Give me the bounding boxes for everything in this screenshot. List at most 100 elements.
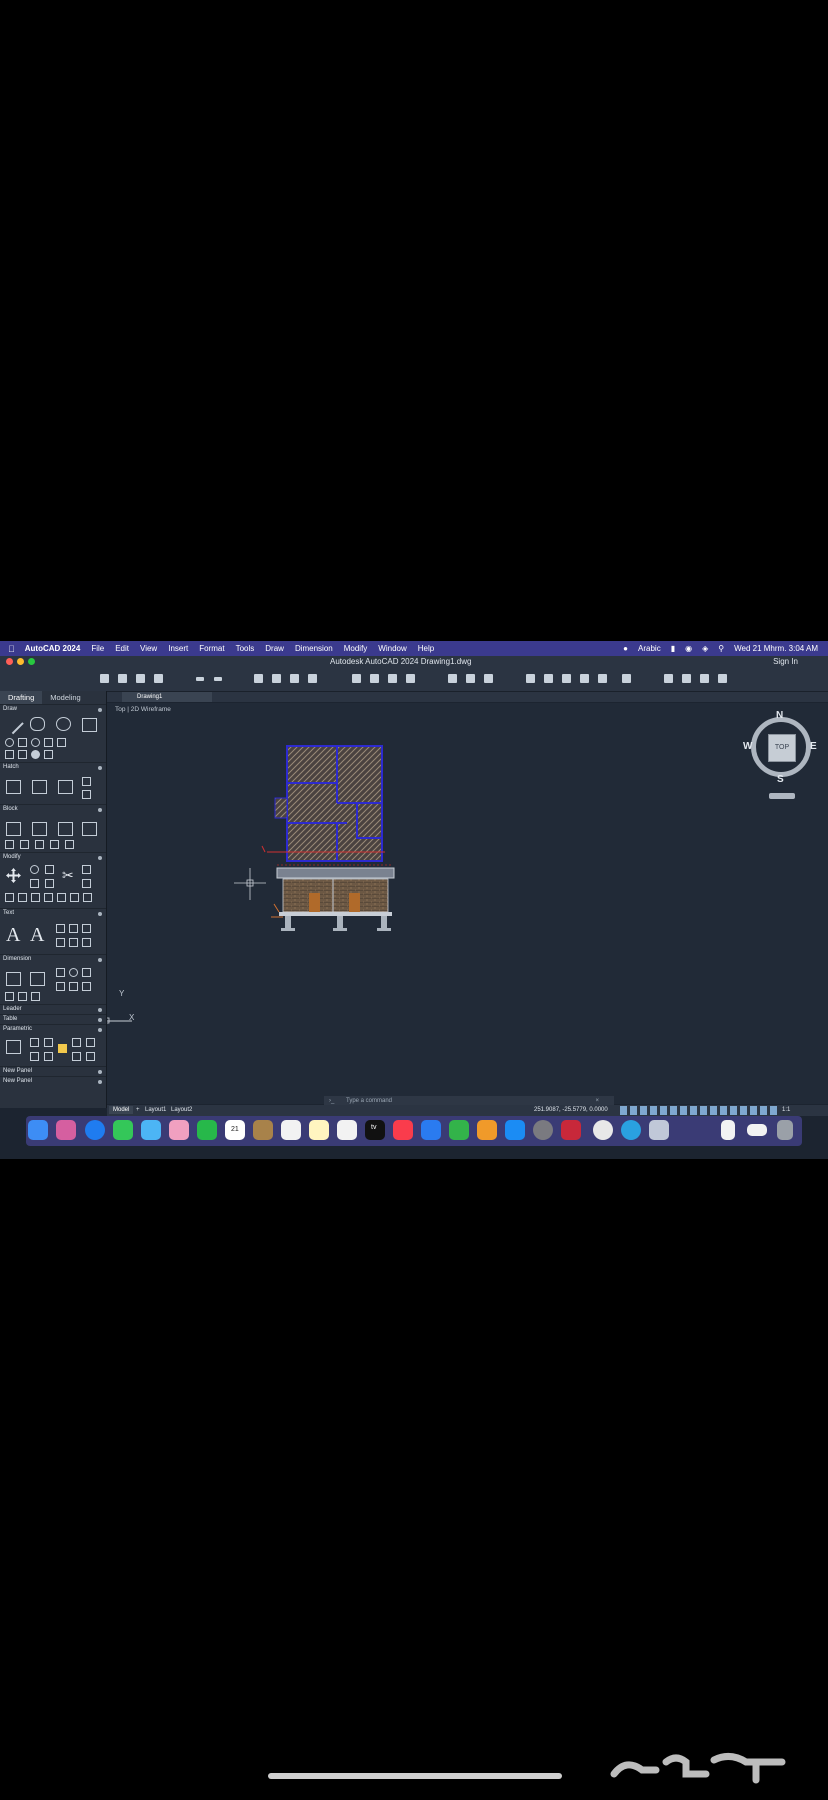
section-table[interactable]: Table	[0, 1014, 106, 1024]
extend-icon[interactable]	[82, 865, 91, 874]
input-source[interactable]: Arabic	[638, 644, 661, 653]
cloud-icon[interactable]	[700, 674, 709, 683]
wipeout-icon[interactable]	[44, 750, 53, 759]
menu-edit[interactable]: Edit	[115, 644, 129, 653]
insert-block-icon[interactable]	[6, 822, 21, 836]
field-icon[interactable]	[82, 938, 91, 947]
polyline-icon[interactable]	[30, 717, 45, 731]
print-preview-icon[interactable]	[272, 674, 281, 683]
section-modify[interactable]: Modify	[0, 852, 106, 862]
pan-icon[interactable]	[466, 674, 475, 683]
menu-view[interactable]: View	[140, 644, 157, 653]
status-toggles[interactable]	[620, 1106, 780, 1115]
apple-icon[interactable]: 	[8, 644, 15, 654]
explode-icon[interactable]	[57, 893, 66, 902]
write-block-icon[interactable]	[65, 840, 74, 849]
open-icon[interactable]	[118, 674, 127, 683]
diameter-dim-icon[interactable]	[69, 968, 78, 977]
donut-icon[interactable]	[31, 750, 40, 759]
center-mark-icon[interactable]	[31, 992, 40, 1001]
menu-modify[interactable]: Modify	[344, 644, 368, 653]
radius-dim-icon[interactable]	[56, 968, 65, 977]
new-icon[interactable]	[100, 674, 109, 683]
dim-edit-icon[interactable]	[18, 992, 27, 1001]
plot-icon[interactable]	[254, 674, 263, 683]
document-icon[interactable]	[721, 1120, 735, 1140]
section-block[interactable]: Block	[0, 804, 106, 814]
freeform-icon[interactable]	[337, 1120, 357, 1140]
tab-modeling[interactable]: Modeling	[42, 691, 88, 704]
aligned-dimension-icon[interactable]	[30, 972, 45, 986]
scissors-icon[interactable]: ✂	[62, 868, 77, 882]
system-settings-icon[interactable]	[533, 1120, 553, 1140]
compass-north[interactable]: N	[776, 710, 783, 721]
block-editor-icon[interactable]	[50, 840, 59, 849]
quick-view-icon[interactable]	[664, 674, 673, 683]
menu-help[interactable]: Help	[418, 644, 434, 653]
break-icon[interactable]	[83, 893, 92, 902]
section-dimension[interactable]: Dimension	[0, 954, 106, 964]
floor-plan[interactable]	[274, 745, 383, 862]
menu-insert[interactable]: Insert	[168, 644, 188, 653]
edit-block-icon[interactable]	[58, 822, 73, 836]
elevation[interactable]	[271, 867, 395, 931]
spline-icon[interactable]	[18, 738, 27, 747]
offset-icon[interactable]	[44, 893, 53, 902]
reminders-icon[interactable]	[281, 1120, 301, 1140]
calc-icon[interactable]	[598, 674, 607, 683]
hatch-icon[interactable]	[6, 780, 21, 794]
messages-icon[interactable]	[113, 1120, 133, 1140]
section-hatch[interactable]: Hatch	[0, 762, 106, 772]
stretch-icon[interactable]	[5, 893, 14, 902]
define-attr-icon[interactable]	[5, 840, 14, 849]
safari-icon[interactable]	[85, 1120, 105, 1140]
share-icon[interactable]	[682, 674, 691, 683]
save-as-icon[interactable]	[154, 674, 163, 683]
fillet-icon[interactable]	[82, 879, 91, 888]
vertical-icon[interactable]	[44, 1052, 53, 1061]
notes-icon[interactable]	[309, 1120, 329, 1140]
revcloud-icon[interactable]	[57, 738, 66, 747]
autocad-icon[interactable]	[561, 1120, 581, 1140]
app-store-icon[interactable]	[718, 674, 727, 683]
line-icon[interactable]	[3, 713, 24, 735]
parallel-icon[interactable]	[72, 1038, 81, 1047]
single-line-text-icon[interactable]: A	[30, 924, 44, 947]
block-icon[interactable]	[406, 674, 415, 683]
drawing-canvas[interactable]	[107, 703, 828, 1104]
minimize-icon[interactable]	[17, 658, 24, 665]
collinear-icon[interactable]	[44, 1038, 53, 1047]
properties-icon[interactable]	[370, 674, 379, 683]
copy-icon[interactable]	[30, 879, 39, 888]
orbit-icon[interactable]	[484, 674, 493, 683]
rotate-icon[interactable]	[30, 865, 39, 874]
dim-style-icon[interactable]	[5, 992, 14, 1001]
contacts-icon[interactable]	[253, 1120, 273, 1140]
photos-icon[interactable]	[169, 1120, 189, 1140]
home-indicator[interactable]	[268, 1773, 562, 1779]
scale-text-icon[interactable]	[56, 938, 65, 947]
smooth-icon[interactable]	[86, 1052, 95, 1061]
control-center-icon[interactable]: ◉	[685, 644, 692, 653]
viewcube[interactable]: TOP N S E W	[743, 710, 817, 799]
tab-model[interactable]: Model	[109, 1106, 134, 1114]
dist-icon[interactable]	[526, 674, 535, 683]
save-icon[interactable]	[136, 674, 145, 683]
array-icon[interactable]	[31, 893, 40, 902]
numbers-icon[interactable]	[449, 1120, 469, 1140]
lock-icon[interactable]	[58, 1044, 67, 1053]
ucs-menu-icon[interactable]	[769, 793, 795, 799]
arc-icon[interactable]	[5, 738, 14, 747]
publish-icon[interactable]	[290, 674, 299, 683]
find-text-icon[interactable]	[69, 924, 78, 933]
tab-drafting[interactable]: Drafting	[0, 691, 43, 704]
xline-icon[interactable]	[5, 750, 14, 759]
launchpad-icon[interactable]	[56, 1120, 76, 1140]
tab-layout1[interactable]: Layout1	[141, 1106, 170, 1114]
baseline-dim-icon[interactable]	[69, 982, 78, 991]
section-parametric[interactable]: Parametric	[0, 1024, 106, 1034]
gradient-icon[interactable]	[32, 780, 47, 794]
chrome-icon[interactable]	[593, 1120, 613, 1140]
section-text[interactable]: Text	[0, 908, 106, 918]
close-icon[interactable]	[6, 658, 13, 665]
